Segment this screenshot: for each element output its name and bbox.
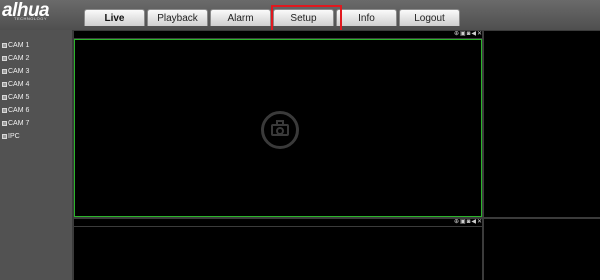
audio-icon[interactable]: ◀ bbox=[471, 31, 476, 38]
channel-item[interactable]: CAM 6 bbox=[2, 104, 29, 116]
channel-item[interactable]: CAM 4 bbox=[2, 78, 29, 90]
tab-alarm[interactable]: Alarm bbox=[210, 9, 271, 26]
channel-item[interactable]: CAM 5 bbox=[2, 91, 29, 103]
audio-icon[interactable]: ◀ bbox=[471, 219, 476, 226]
channel-icon bbox=[2, 107, 7, 113]
logo-subtitle: TECHNOLOGY bbox=[14, 16, 48, 21]
channel-icon bbox=[2, 120, 7, 126]
tab-playback[interactable]: Playback bbox=[147, 9, 208, 26]
channel-icon bbox=[2, 42, 7, 48]
pane-toolbar: ⊕ ▣ ◙ ◀ ✕ bbox=[74, 219, 482, 226]
channel-label: CAM 5 bbox=[8, 93, 30, 101]
channel-item[interactable]: CAM 1 bbox=[2, 39, 29, 51]
tab-live[interactable]: Live bbox=[84, 9, 145, 26]
channel-icon bbox=[2, 81, 7, 87]
video-pane[interactable] bbox=[74, 227, 482, 280]
record-icon[interactable]: ◙ bbox=[467, 31, 471, 38]
close-icon[interactable]: ✕ bbox=[477, 31, 482, 38]
channel-label: CAM 2 bbox=[8, 54, 30, 62]
channel-label: CAM 6 bbox=[8, 106, 30, 114]
channel-icon bbox=[2, 133, 7, 139]
setup-highlight-box bbox=[271, 5, 342, 33]
channel-label: CAM 3 bbox=[8, 67, 30, 75]
channel-item[interactable]: IPC bbox=[2, 130, 20, 142]
snapshot-icon[interactable]: ▣ bbox=[460, 219, 466, 226]
tab-info[interactable]: Info bbox=[336, 9, 397, 26]
video-pane[interactable] bbox=[484, 31, 600, 217]
channel-icon bbox=[2, 94, 7, 100]
video-pane-active[interactable] bbox=[74, 39, 482, 217]
video-pane[interactable] bbox=[484, 219, 600, 280]
close-icon[interactable]: ✕ bbox=[477, 219, 482, 226]
channel-label: CAM 4 bbox=[8, 80, 30, 88]
channel-label: CAM 7 bbox=[8, 119, 30, 127]
channel-label: IPC bbox=[8, 132, 20, 140]
channel-icon bbox=[2, 55, 7, 61]
channel-item[interactable]: CAM 3 bbox=[2, 65, 29, 77]
channel-sidebar: CAM 1 CAM 2 CAM 3 CAM 4 CAM 5 CAM 6 CAM … bbox=[0, 30, 72, 280]
channel-item[interactable]: CAM 7 bbox=[2, 117, 29, 129]
zoom-icon[interactable]: ⊕ bbox=[454, 31, 459, 38]
channel-label: CAM 1 bbox=[8, 41, 30, 49]
pane-toolbar: ⊕ ▣ ◙ ◀ ✕ bbox=[74, 31, 482, 38]
video-grid: ⊕ ▣ ◙ ◀ ✕ ⊕ ▣ ◙ ◀ ✕ bbox=[72, 30, 600, 280]
camera-lens bbox=[276, 127, 284, 135]
top-header: alhua TECHNOLOGY Live Playback Alarm Set… bbox=[0, 0, 600, 33]
snapshot-icon[interactable]: ▣ bbox=[460, 31, 466, 38]
channel-icon bbox=[2, 68, 7, 74]
zoom-icon[interactable]: ⊕ bbox=[454, 219, 459, 226]
channel-item[interactable]: CAM 2 bbox=[2, 52, 29, 64]
camera-icon bbox=[261, 111, 299, 149]
tab-logout[interactable]: Logout bbox=[399, 9, 460, 26]
record-icon[interactable]: ◙ bbox=[467, 219, 471, 226]
